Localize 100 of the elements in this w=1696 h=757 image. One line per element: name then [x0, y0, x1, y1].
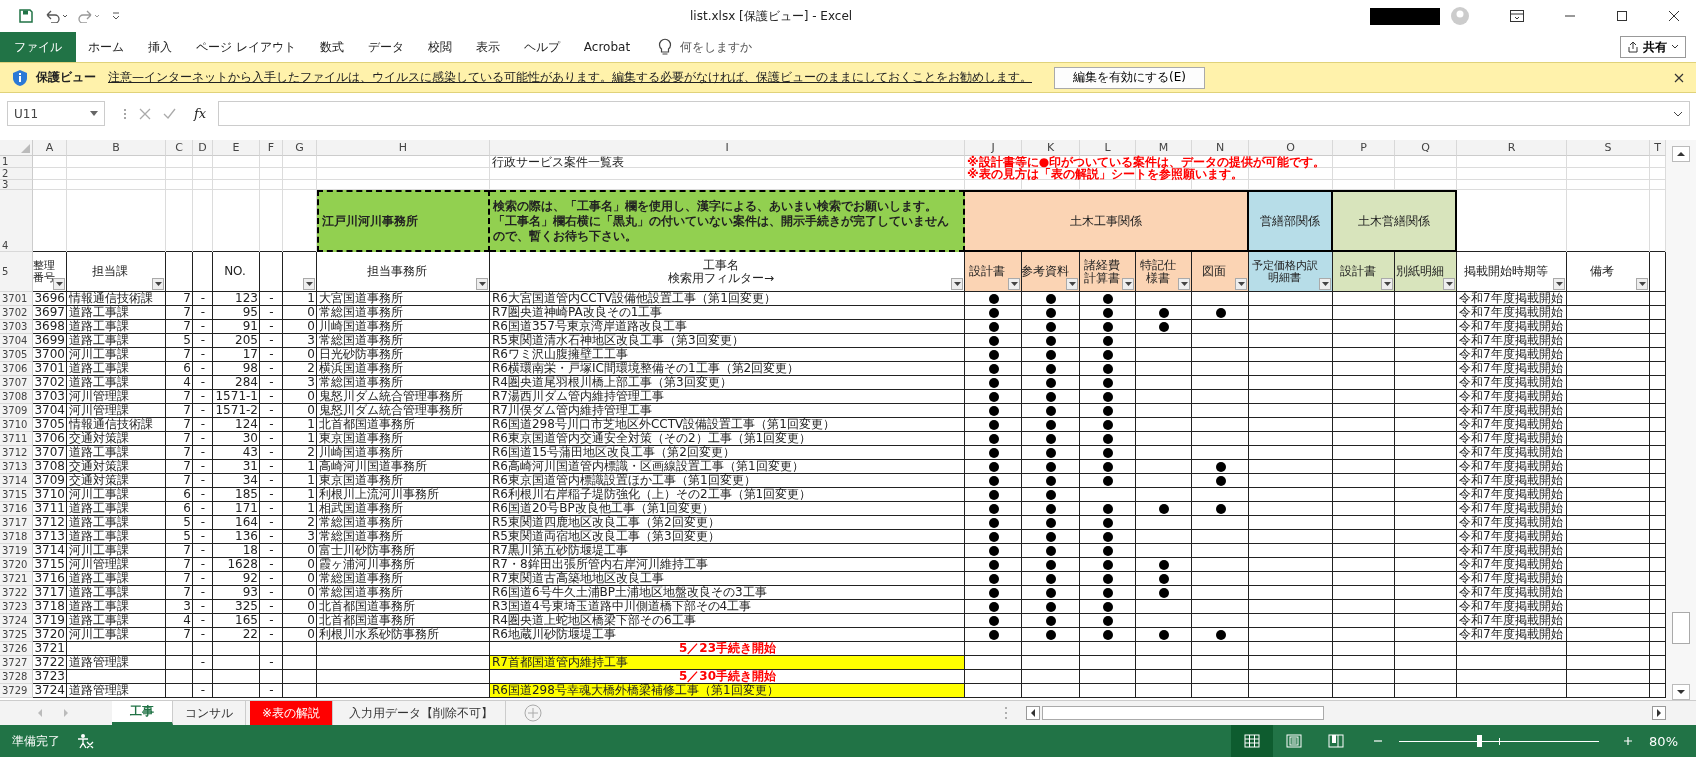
close-icon[interactable] [1668, 10, 1680, 22]
row-header[interactable]: 3709 [0, 404, 33, 418]
column-header[interactable]: N [1192, 140, 1249, 156]
insert-function-button[interactable]: fx [194, 106, 207, 121]
zoom-level[interactable]: 80% [1649, 733, 1678, 749]
row-header[interactable]: 3728 [0, 670, 33, 684]
warning-link[interactable]: 注意—インターネットから入手したファイルは、ウイルスに感染している可能性があります。編集する必要がなければ、保護ビューのままにしておくことをお勧めします。 [108, 69, 1032, 86]
column-header[interactable]: I [490, 140, 965, 156]
row-header[interactable]: 3705 [0, 348, 33, 362]
column-header[interactable]: T [1650, 140, 1666, 156]
row-header[interactable]: 1 [0, 156, 33, 168]
row-header[interactable]: 3715 [0, 488, 33, 502]
filter-button[interactable] [1066, 278, 1078, 290]
row-header[interactable]: 3719 [0, 544, 33, 558]
zoom-in-icon[interactable] [1623, 736, 1634, 746]
slider-thumb[interactable] [1477, 735, 1483, 747]
file-menu-tab[interactable]: ファイル [0, 32, 76, 62]
sheet-tab[interactable]: 工事 [112, 701, 173, 725]
column-header[interactable]: J [965, 140, 1022, 156]
filter-button[interactable] [1319, 278, 1331, 290]
column-header[interactable]: A [33, 140, 67, 156]
expand-icon[interactable] [1673, 110, 1683, 117]
column-header[interactable]: L [1080, 140, 1136, 156]
column-header[interactable]: P [1333, 140, 1395, 156]
filter-button[interactable] [1381, 278, 1393, 290]
share-button[interactable]: 共有 [1620, 36, 1686, 58]
filter-button[interactable] [53, 278, 65, 290]
column-header[interactable]: B [67, 140, 166, 156]
vertical-scrollbar[interactable] [1666, 140, 1696, 700]
normal-view-button[interactable] [1231, 725, 1274, 757]
column-header[interactable]: O [1249, 140, 1333, 156]
save-icon[interactable] [18, 8, 34, 24]
row-header[interactable]: 3711 [0, 432, 33, 446]
column-header[interactable]: C [166, 140, 193, 156]
filter-button[interactable] [303, 278, 315, 290]
filter-button[interactable] [951, 278, 963, 290]
maximize-icon[interactable] [1616, 10, 1628, 22]
row-header[interactable]: 3717 [0, 516, 33, 530]
filter-button[interactable] [476, 278, 488, 290]
enable-editing-button[interactable]: 編集を有効にする(E) [1054, 66, 1205, 89]
filter-button[interactable] [1443, 278, 1455, 290]
column-header[interactable]: H [317, 140, 490, 156]
scrollbar-thumb[interactable] [1672, 612, 1690, 644]
filter-button[interactable] [1122, 278, 1134, 290]
row-header[interactable]: 3718 [0, 530, 33, 544]
scroll-up-icon[interactable] [1672, 146, 1690, 162]
scroll-down-icon[interactable] [1672, 684, 1690, 700]
redo-icon[interactable] [78, 9, 102, 23]
column-header[interactable]: K [1022, 140, 1080, 156]
column-header[interactable]: Q [1395, 140, 1457, 156]
row-header[interactable]: 3722 [0, 586, 33, 600]
row-header[interactable]: 3713 [0, 460, 33, 474]
customize-icon[interactable] [112, 11, 120, 21]
accessibility-icon[interactable] [76, 733, 94, 749]
row-header[interactable]: 3704 [0, 334, 33, 348]
row-header[interactable]: 3703 [0, 320, 33, 334]
row-header[interactable]: 3716 [0, 502, 33, 516]
row-header[interactable]: 3725 [0, 628, 33, 642]
filter-button[interactable] [1235, 278, 1247, 290]
row-header[interactable]: 3723 [0, 600, 33, 614]
filter-button[interactable] [1636, 278, 1648, 290]
scroll-right-icon[interactable] [1652, 706, 1666, 720]
sheet-tab[interactable]: ※表の解説 [250, 701, 334, 725]
column-header[interactable]: S [1567, 140, 1650, 156]
row-header[interactable]: 3710 [0, 418, 33, 432]
row-header[interactable]: 3707 [0, 376, 33, 390]
formula-field[interactable] [218, 101, 1690, 126]
column-header[interactable]: M [1136, 140, 1192, 156]
filter-button[interactable] [152, 278, 164, 290]
filter-button[interactable] [1178, 278, 1190, 290]
row-header[interactable]: 3724 [0, 614, 33, 628]
column-header[interactable]: D [193, 140, 213, 156]
row-header[interactable]: 3708 [0, 390, 33, 404]
row-header[interactable]: 3720 [0, 558, 33, 572]
row-header[interactable]: 2 [0, 168, 33, 180]
column-header[interactable]: F [260, 140, 283, 156]
scroll-left-icon[interactable] [1026, 706, 1040, 720]
tell-me-field[interactable]: 何をしますか [680, 38, 753, 56]
row-header[interactable]: 3701 [0, 292, 33, 306]
row-header[interactable]: 3714 [0, 474, 33, 488]
row-header[interactable]: 3712 [0, 446, 33, 460]
scrollbar-thumb[interactable] [1042, 706, 1324, 720]
row-header[interactable]: 5 [0, 252, 33, 292]
row-header[interactable]: 3702 [0, 306, 33, 320]
column-header[interactable]: E [213, 140, 260, 156]
row-header[interactable]: 3 [0, 180, 33, 190]
lightbulb-icon[interactable] [658, 38, 673, 56]
row-header[interactable]: 3721 [0, 572, 33, 586]
row-header[interactable]: 4 [0, 190, 33, 252]
column-header[interactable]: R [1457, 140, 1567, 156]
row-header[interactable]: 3729 [0, 684, 33, 698]
row-header[interactable]: 3706 [0, 362, 33, 376]
column-header[interactable]: G [283, 140, 317, 156]
filter-button[interactable] [1008, 278, 1020, 290]
ribbon-display-icon[interactable] [1510, 10, 1524, 22]
close-icon[interactable] [1674, 72, 1684, 83]
row-header[interactable]: 3726 [0, 642, 33, 656]
row-header[interactable]: 3727 [0, 656, 33, 670]
undo-icon[interactable] [44, 9, 68, 23]
filter-button[interactable] [1553, 278, 1565, 290]
